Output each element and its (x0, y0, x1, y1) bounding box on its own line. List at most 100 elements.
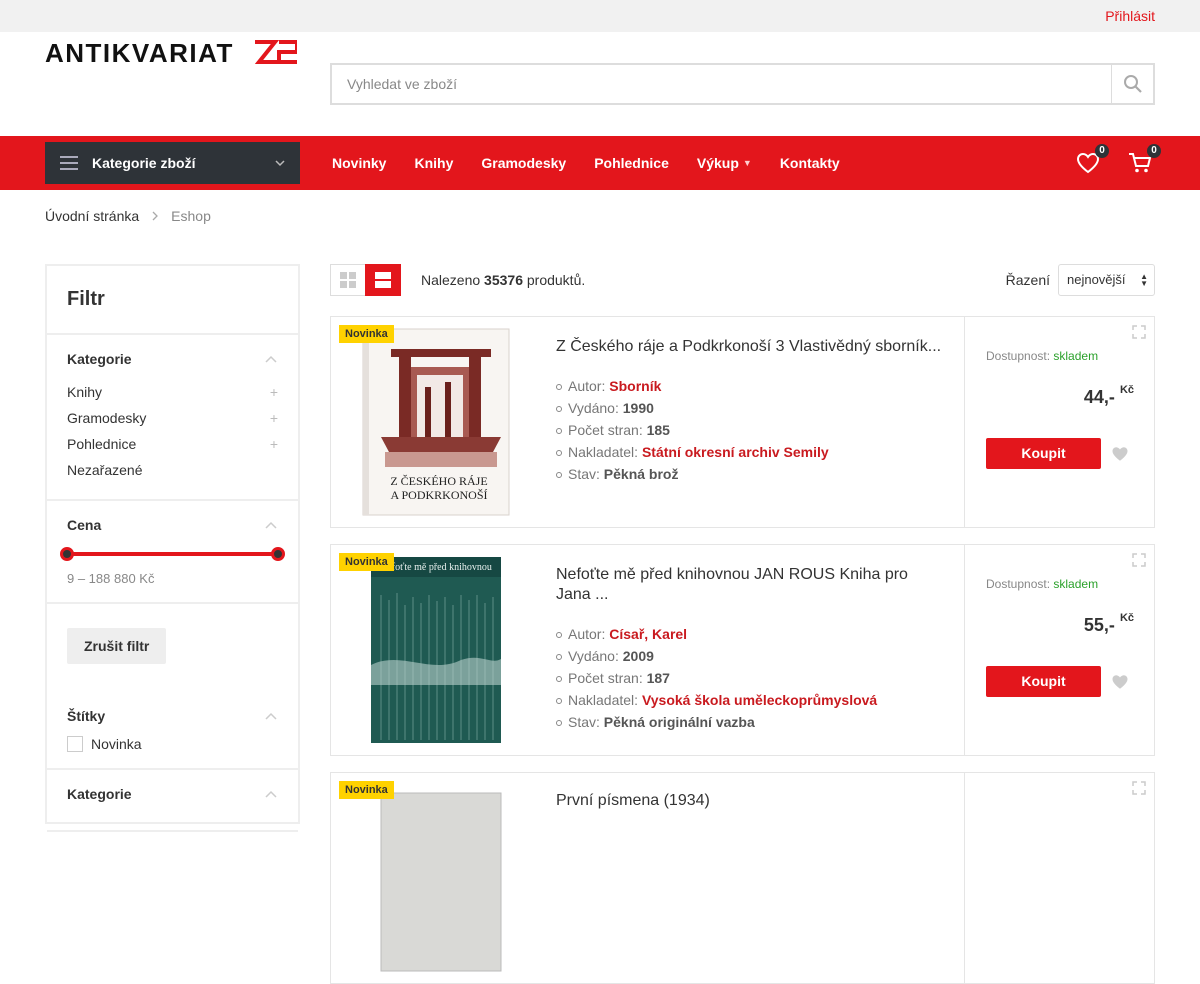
chevron-up-icon[interactable] (264, 710, 278, 724)
price-max-handle[interactable] (271, 547, 285, 561)
product-title[interactable]: Z Českého ráje a Podkrkonoší 3 Vlastivěd… (556, 337, 946, 357)
menu-item-gramodesky[interactable]: Gramodesky (481, 155, 566, 171)
cover-text-line2: A PODKRKONOŠÍ (390, 488, 487, 502)
plus-icon[interactable]: + (270, 410, 278, 426)
prop-label: Počet stran: (568, 670, 643, 686)
menu-item-pohlednice[interactable]: Pohlednice (594, 155, 669, 171)
product-image[interactable]: Nefoťte mě před knihovnou (361, 555, 511, 745)
prop-label: Nakladatel: (568, 692, 639, 708)
publisher-link[interactable]: Vysoká škola uměleckoprůmyslová (642, 692, 877, 708)
prop-label: Nakladatel: (568, 444, 639, 460)
availability-label: Dostupnost: (986, 577, 1051, 591)
product-card: Novinka První písmena (1934) (330, 772, 1155, 984)
cart-button[interactable]: 0 (1125, 144, 1161, 178)
filter-title: Filtr (47, 266, 298, 335)
product-price: 55,- Kč (1084, 612, 1134, 636)
chevron-up-icon[interactable] (264, 519, 278, 533)
publisher-link[interactable]: Státní okresní archiv Semily (642, 444, 829, 460)
heart-icon[interactable] (1111, 673, 1129, 691)
filter-category-item[interactable]: Pohlednice + (67, 431, 278, 457)
wishlist-count-badge: 0 (1095, 144, 1109, 158)
prop-publisher: Nakladatel: Státní okresní archiv Semily (556, 441, 946, 463)
clear-filter-button[interactable]: Zrušit filtr (67, 628, 167, 664)
grid-icon (340, 272, 356, 288)
menu-item-vykup[interactable]: Výkup ▼ (697, 155, 752, 171)
buy-button[interactable]: Koupit (986, 666, 1101, 697)
price-range-track (67, 552, 278, 556)
prop-label: Vydáno: (568, 648, 619, 664)
author-link[interactable]: Císař, Karel (609, 626, 687, 642)
breadcrumb: Úvodní stránka Eshop (45, 208, 211, 224)
categories-label: Kategorie zboží (92, 155, 196, 171)
results-prefix: Nalezeno (421, 272, 481, 288)
prop-value: 185 (646, 422, 670, 438)
list-view-button[interactable] (365, 264, 401, 296)
sort-label: Řazení (1005, 272, 1050, 288)
chevron-up-icon[interactable] (264, 353, 278, 367)
filter-tags-title: Štítky (67, 708, 106, 724)
expand-icon[interactable] (1132, 781, 1146, 795)
cover-text-line1: Nefoťte mě před knihovnou (380, 562, 492, 573)
author-link[interactable]: Sborník (609, 378, 661, 394)
prop-label: Autor: (568, 378, 606, 394)
categories-dropdown-button[interactable]: Kategorie zboží (45, 142, 300, 184)
prop-condition: Stav: Pěkná brož (556, 463, 946, 485)
plus-icon[interactable]: + (270, 436, 278, 452)
filter-price-title: Cena (67, 517, 102, 533)
product-title[interactable]: Nefoťte mě před knihovnou JAN ROUS Kniha… (556, 565, 946, 605)
price-range-text: 9 – 188 880 Kč (67, 571, 155, 586)
search-button[interactable] (1111, 65, 1153, 103)
header: ANTIKVARIAT (0, 32, 1200, 136)
search-input[interactable] (332, 65, 1112, 103)
breadcrumb-home[interactable]: Úvodní stránka (45, 208, 139, 224)
product-image[interactable] (361, 783, 511, 973)
availability: Dostupnost: skladem (986, 577, 1098, 591)
prop-published: Vydáno: 1990 (556, 397, 946, 419)
prop-author: Autor: Císař, Karel (556, 623, 946, 645)
product-card: Novinka Z ČESKÉHO RÁJE A PODKRKONOŠÍ Z Č… (330, 316, 1155, 528)
menu-item-kontakty[interactable]: Kontakty (780, 155, 840, 171)
expand-icon[interactable] (1132, 325, 1146, 339)
checkbox-box[interactable] (67, 736, 83, 752)
site-logo[interactable]: ANTIKVARIAT (45, 38, 297, 66)
hamburger-icon (60, 156, 78, 170)
price-currency: Kč (1119, 612, 1134, 624)
novinka-badge: Novinka (339, 325, 394, 343)
login-link[interactable]: Přihlásit (1105, 8, 1155, 24)
sort-select[interactable]: nejnovější ▲ ▼ (1058, 264, 1155, 296)
filter-category-item[interactable]: Gramodesky + (67, 405, 278, 431)
list-icon (375, 272, 391, 288)
expand-icon[interactable] (1132, 553, 1146, 567)
availability-status: skladem (1053, 349, 1099, 363)
price-min-handle[interactable] (60, 547, 74, 561)
product-title[interactable]: První písmena (1934) (556, 791, 946, 811)
plus-icon[interactable]: + (270, 384, 278, 400)
main-navbar: Kategorie zboží Novinky Knihy Gramodesky… (0, 136, 1200, 190)
grid-view-button[interactable] (330, 264, 366, 296)
product-buy-panel (964, 773, 1154, 983)
prop-label: Autor: (568, 626, 606, 642)
tag-novinka-checkbox[interactable]: Novinka (67, 736, 278, 752)
results-number: 35376 (484, 272, 523, 288)
top-bar: Přihlásit (0, 0, 1200, 32)
prop-label: Vydáno: (568, 400, 619, 416)
filter-actions: Zrušit filtr (47, 604, 298, 692)
prop-value: Pěkná brož (603, 466, 679, 482)
heart-icon[interactable] (1111, 445, 1129, 463)
prop-publisher: Nakladatel: Vysoká škola uměleckoprůmysl… (556, 689, 946, 711)
product-properties: Autor: Císař, Karel Vydáno: 2009 Počet s… (556, 623, 946, 733)
filter-category-item[interactable]: Knihy + (67, 379, 278, 405)
availability: Dostupnost: skladem (986, 349, 1098, 363)
buy-button[interactable]: Koupit (986, 438, 1101, 469)
product-image[interactable]: Z ČESKÉHO RÁJE A PODKRKONOŠÍ (361, 327, 511, 517)
wishlist-button[interactable]: 0 (1073, 144, 1109, 178)
filter-category-item[interactable]: Nezařazené (67, 457, 278, 483)
novinka-badge: Novinka (339, 781, 394, 799)
cover-text-line1: Z ČESKÉHO RÁJE (390, 474, 487, 488)
results-suffix: produktů. (526, 272, 586, 288)
menu-item-novinky[interactable]: Novinky (332, 155, 386, 171)
price-range-slider[interactable] (60, 547, 285, 561)
price-currency: Kč (1119, 384, 1134, 396)
prop-value: 1990 (622, 400, 654, 416)
menu-item-knihy[interactable]: Knihy (414, 155, 453, 171)
